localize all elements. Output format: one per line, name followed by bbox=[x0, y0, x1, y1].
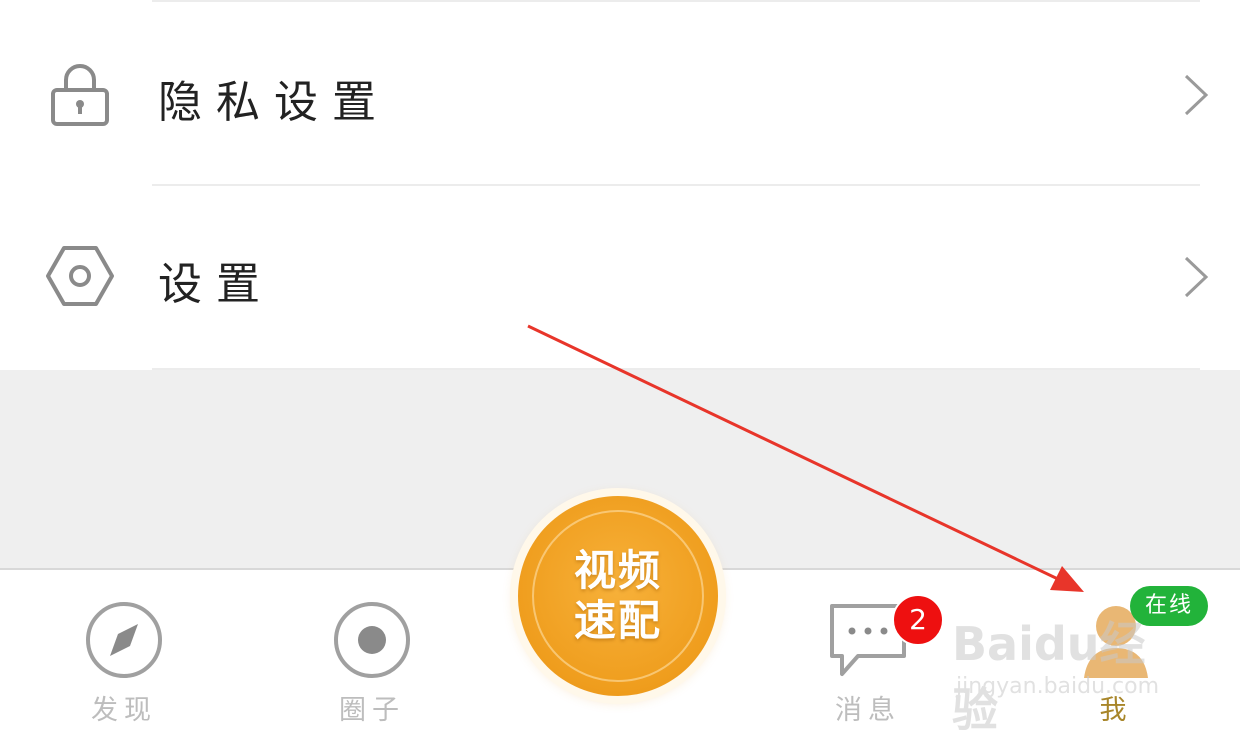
menu-item-settings[interactable]: 设置 bbox=[0, 186, 1240, 366]
menu-item-label: 设置 bbox=[158, 259, 274, 310]
online-status-badge: 在线 bbox=[1130, 586, 1208, 626]
circle-dot-icon bbox=[334, 602, 410, 678]
video-match-button[interactable]: 视频 速配 bbox=[518, 496, 718, 696]
tab-circle[interactable]: 圈子 bbox=[272, 570, 472, 732]
tab-label: 我 bbox=[1099, 695, 1133, 726]
chevron-right-icon bbox=[1184, 256, 1209, 298]
menu-item-label: 隐私设置 bbox=[158, 77, 390, 128]
hexagon-settings-icon bbox=[46, 246, 114, 306]
tab-discover[interactable]: 发现 bbox=[24, 570, 224, 732]
settings-menu: 隐私设置 设置 bbox=[0, 0, 1240, 370]
unread-count-badge: 2 bbox=[892, 594, 944, 646]
lock-icon bbox=[51, 64, 109, 126]
tab-label: 发现 bbox=[91, 695, 157, 726]
video-match-line2: 速配 bbox=[573, 596, 662, 645]
menu-item-privacy-settings[interactable]: 隐私设置 bbox=[0, 4, 1240, 184]
chevron-right-icon bbox=[1184, 74, 1209, 116]
divider bbox=[152, 0, 1200, 2]
video-match-line1: 视频 bbox=[573, 546, 662, 595]
compass-icon bbox=[86, 602, 162, 678]
tab-label: 消息 bbox=[835, 695, 901, 726]
tab-label: 圈子 bbox=[339, 695, 405, 726]
tab-messages[interactable]: 消息 bbox=[768, 570, 968, 732]
